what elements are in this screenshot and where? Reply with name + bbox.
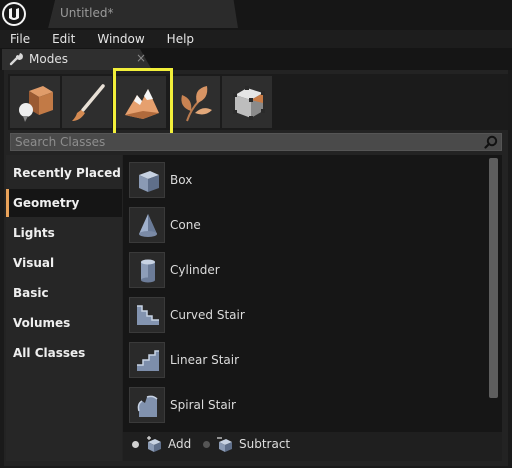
menu-help[interactable]: Help bbox=[156, 30, 205, 48]
foliage-icon bbox=[181, 86, 212, 122]
add-brush-icon bbox=[147, 436, 161, 452]
list-item-curved-stair[interactable]: Curved Stair bbox=[129, 297, 489, 337]
menu-edit[interactable]: Edit bbox=[41, 30, 86, 48]
linear-stair-icon bbox=[137, 350, 159, 371]
close-icon[interactable]: × bbox=[136, 51, 146, 65]
category-all-classes[interactable]: All Classes bbox=[6, 339, 122, 367]
category-visual[interactable]: Visual bbox=[6, 249, 122, 277]
geometry-cube-icon bbox=[233, 86, 265, 120]
cone-icon bbox=[139, 214, 157, 237]
spiral-stair-thumbnail bbox=[129, 387, 165, 423]
box-thumbnail bbox=[129, 162, 165, 198]
category-basic[interactable]: Basic bbox=[6, 279, 122, 307]
cylinder-icon bbox=[141, 259, 155, 283]
list-item-label: Curved Stair bbox=[170, 308, 245, 322]
paintbrush-icon bbox=[72, 84, 105, 121]
list-item-label: Box bbox=[170, 173, 193, 187]
list-item-spiral-stair[interactable]: Spiral Stair bbox=[129, 387, 489, 427]
modes-tab[interactable] bbox=[2, 49, 152, 70]
search-box bbox=[10, 133, 502, 151]
list-item-cylinder[interactable]: Cylinder bbox=[129, 252, 489, 292]
unreal-logo-icon[interactable] bbox=[0, 0, 28, 28]
menu-file[interactable]: File bbox=[0, 30, 41, 48]
list-item-label: Cone bbox=[170, 218, 201, 232]
search-icon[interactable] bbox=[484, 135, 498, 149]
menu-bar: File Edit Window Help bbox=[0, 30, 512, 48]
selected-tool-highlight bbox=[113, 68, 173, 138]
list-item-linear-stair[interactable]: Linear Stair bbox=[129, 342, 489, 382]
list-scrollbar[interactable] bbox=[489, 158, 498, 398]
subtract-label[interactable]: Subtract bbox=[239, 437, 290, 451]
category-volumes[interactable]: Volumes bbox=[6, 309, 122, 337]
list-item-label: Spiral Stair bbox=[170, 398, 236, 412]
add-radio[interactable] bbox=[132, 441, 139, 448]
foliage-mode-button[interactable] bbox=[170, 76, 220, 128]
cone-thumbnail bbox=[129, 207, 165, 243]
document-tab-label: Untitled* bbox=[60, 6, 114, 20]
category-geometry[interactable]: Geometry bbox=[6, 189, 122, 217]
list-item-cone[interactable]: Cone bbox=[129, 207, 489, 247]
list-item-box[interactable]: Box bbox=[129, 162, 489, 202]
wrench-icon bbox=[9, 53, 23, 66]
subtract-brush-icon bbox=[217, 437, 232, 452]
paint-mode-button[interactable] bbox=[62, 76, 112, 128]
category-recently-placed[interactable]: Recently Placed bbox=[6, 159, 122, 187]
add-label[interactable]: Add bbox=[168, 437, 191, 451]
modes-tab-label: Modes bbox=[29, 52, 68, 66]
spiral-stair-icon bbox=[137, 395, 158, 417]
place-mode-button[interactable] bbox=[10, 76, 60, 128]
subtract-radio[interactable] bbox=[203, 441, 210, 448]
linear-stair-thumbnail bbox=[129, 342, 165, 378]
curved-stair-thumbnail bbox=[129, 297, 165, 333]
box-icon bbox=[139, 171, 159, 192]
cylinder-thumbnail bbox=[129, 252, 165, 288]
menu-window[interactable]: Window bbox=[86, 30, 155, 48]
geometry-edit-mode-button[interactable] bbox=[222, 76, 272, 128]
curved-stair-icon bbox=[137, 305, 159, 325]
list-item-label: Linear Stair bbox=[170, 353, 240, 367]
place-icon bbox=[19, 86, 53, 122]
list-item-label: Cylinder bbox=[170, 263, 220, 277]
category-lights[interactable]: Lights bbox=[6, 219, 122, 247]
search-input[interactable] bbox=[11, 134, 475, 150]
